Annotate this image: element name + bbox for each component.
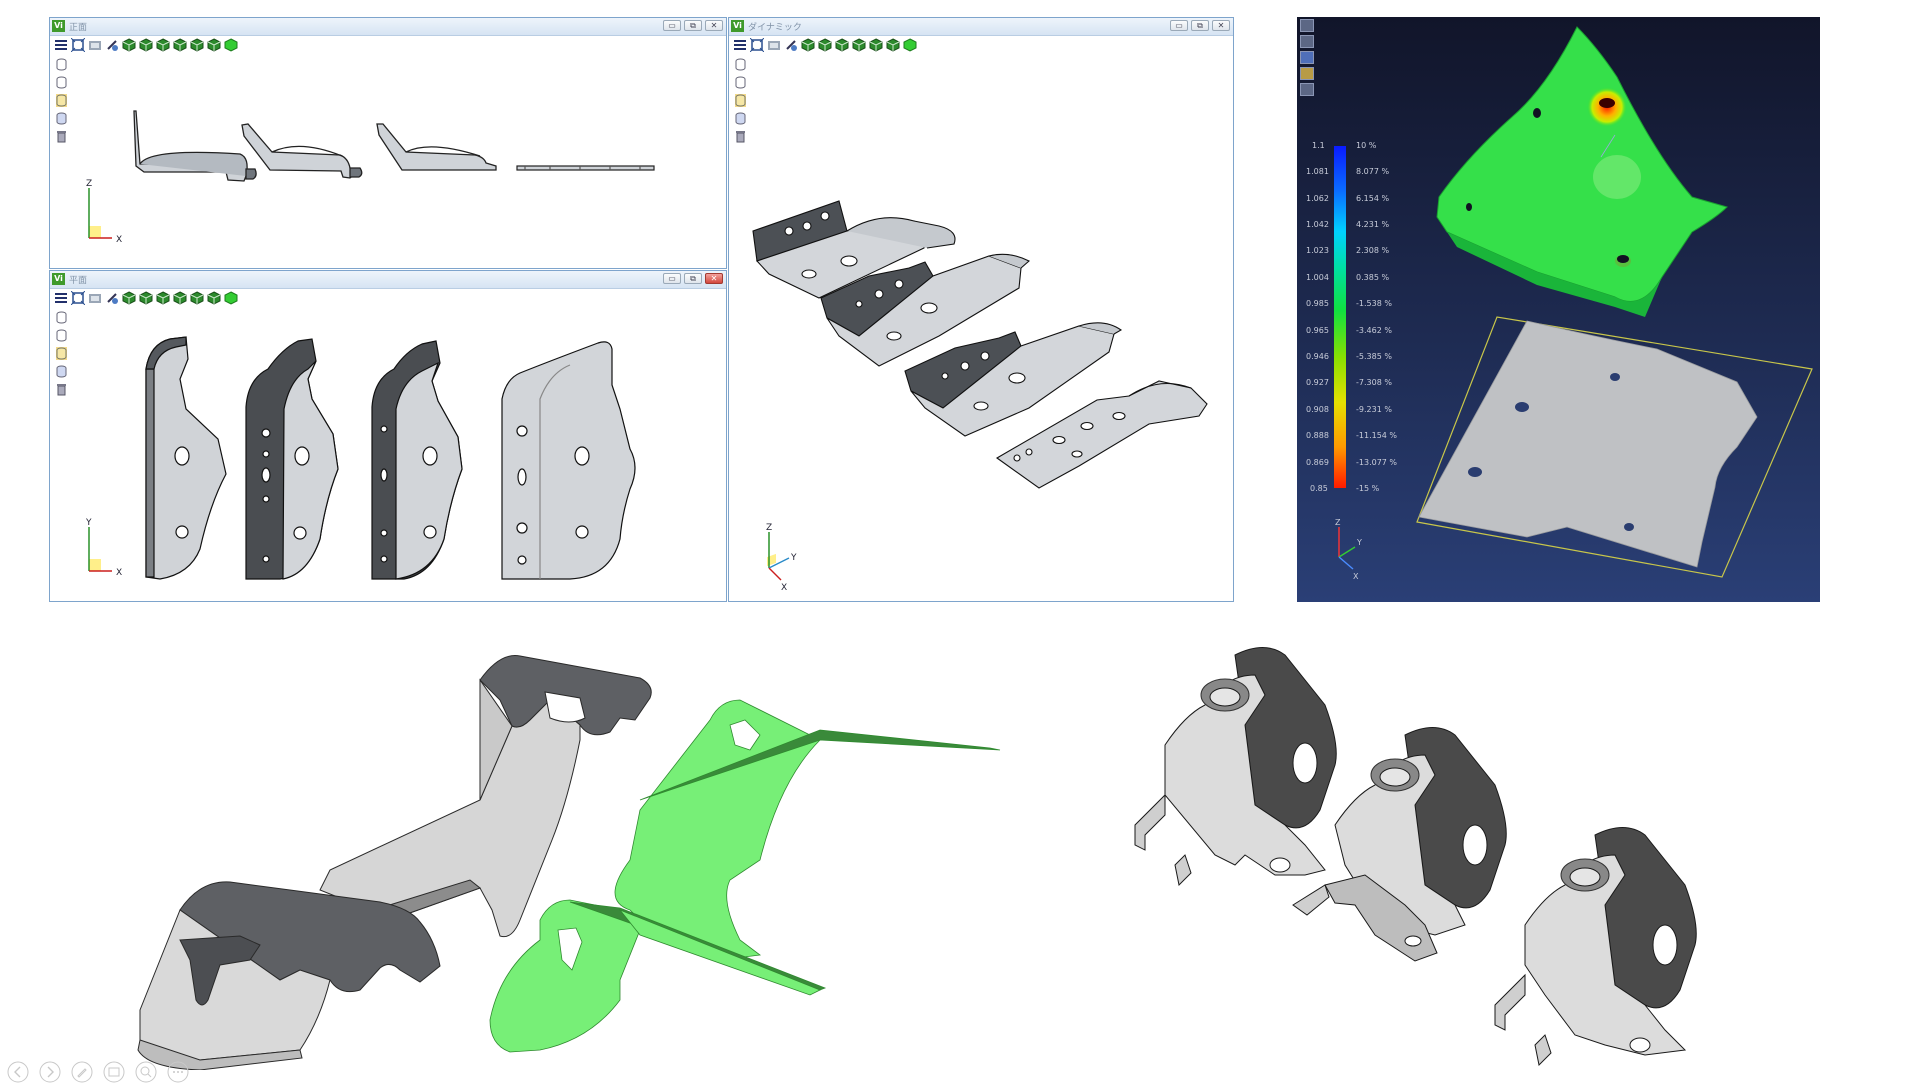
axis-label-right: X — [1353, 572, 1359, 581]
legend-value: 0.927 — [1306, 378, 1329, 387]
front-view-window[interactable]: Vi 正面 ▭ ⧉ ✕ Z X — [49, 17, 727, 269]
legend-value: 1.1 — [1312, 141, 1325, 150]
analysis-viewport[interactable]: Z Y X — [1297, 17, 1820, 602]
legend-value: 1.023 — [1306, 246, 1329, 255]
axis-label-up: Y — [85, 518, 92, 528]
part-profile-2 — [241, 123, 363, 179]
axis-triad: Y X — [85, 518, 122, 578]
restore-button[interactable]: ⧉ — [684, 20, 702, 31]
formed-bracket-small — [137, 881, 441, 1070]
app-logo-icon: Vi — [52, 20, 65, 32]
legend-value: 0.85 — [1310, 484, 1328, 493]
legend-percent: -3.462 % — [1356, 326, 1392, 335]
legend-percent: 6.154 % — [1356, 194, 1390, 203]
legend-percent: 10 % — [1356, 141, 1377, 150]
zoom-icon[interactable] — [134, 1060, 158, 1084]
part-plan-4 — [501, 341, 636, 580]
axis-label-right: X — [781, 583, 787, 593]
plan-view-canvas[interactable]: Y X — [50, 289, 726, 601]
part-profile-4 — [516, 165, 655, 171]
formed-bracket-large — [319, 655, 652, 938]
axis-label-right: X — [116, 235, 122, 245]
flat-blank — [1416, 316, 1813, 578]
minimize-button[interactable]: ▭ — [663, 20, 681, 31]
legend-percent: 8.077 % — [1356, 167, 1390, 176]
app-logo-icon: Vi — [731, 20, 744, 32]
close-button[interactable]: ✕ — [1212, 20, 1230, 31]
prev-icon[interactable] — [6, 1060, 30, 1084]
legend-percent: -5.385 % — [1356, 352, 1392, 361]
bracket-1 — [1134, 647, 1337, 887]
app-logo-icon: Vi — [52, 273, 65, 285]
part-profile-1 — [133, 110, 257, 182]
legend-percent: -11.154 % — [1356, 431, 1398, 440]
minimize-button[interactable]: ▭ — [1170, 20, 1188, 31]
restore-button[interactable]: ⧉ — [1191, 20, 1209, 31]
axis-label-up: Z — [766, 523, 772, 533]
legend-percent: 4.231 % — [1356, 220, 1390, 229]
restore-button[interactable]: ⧉ — [684, 273, 702, 284]
legend-value: 0.946 — [1306, 352, 1329, 361]
part-plan-1 — [145, 336, 227, 580]
dynamic-view-window[interactable]: Vi ダイナミック ▭ ⧉ ✕ Z Y X — [728, 17, 1234, 602]
dynamic-view-canvas[interactable]: Z Y X — [729, 36, 1233, 601]
slideshow-controls — [6, 1060, 190, 1084]
legend-value: 1.004 — [1306, 273, 1329, 282]
unfolded-blank-large[interactable] — [614, 699, 1001, 961]
axis-label-right: X — [116, 568, 122, 578]
part-plan-3 — [371, 340, 463, 580]
formed-part-contour — [1436, 26, 1728, 317]
legend-value: 0.888 — [1306, 431, 1329, 440]
pen-icon[interactable] — [70, 1060, 94, 1084]
next-icon[interactable] — [38, 1060, 62, 1084]
legend-value: 0.908 — [1306, 405, 1329, 414]
front-view-canvas[interactable]: Z X — [50, 36, 726, 268]
window-title: 平面 — [69, 276, 88, 286]
window-title: 正面 — [69, 23, 88, 33]
legend-percent: -9.231 % — [1356, 405, 1392, 414]
legend-value: 0.985 — [1306, 299, 1329, 308]
axis-label-up: Z — [1335, 518, 1341, 527]
analysis-canvas[interactable]: Z Y X — [1297, 17, 1820, 602]
plan-view-window[interactable]: Vi 平面 ▭ ⧉ ✕ Y X — [49, 270, 727, 602]
axis-triad: Z Y X — [766, 523, 797, 593]
legend-value: 1.062 — [1306, 194, 1329, 203]
close-button[interactable]: ✕ — [705, 273, 723, 284]
close-button[interactable]: ✕ — [705, 20, 723, 31]
legend-percent: -15 % — [1356, 484, 1380, 493]
legend-percent: -7.308 % — [1356, 378, 1392, 387]
legend-percent: -1.538 % — [1356, 299, 1392, 308]
axis-triad: Z X — [86, 179, 122, 245]
legend-percent: 2.308 % — [1356, 246, 1390, 255]
minimize-button[interactable]: ▭ — [663, 273, 681, 284]
axis-triad: Z Y X — [1335, 518, 1362, 581]
front-window-titlebar[interactable]: Vi 正面 ▭ ⧉ ✕ — [50, 18, 726, 36]
legend-percent: -13.077 % — [1356, 458, 1398, 467]
part-plan-2 — [245, 338, 339, 580]
color-scale-bar — [1334, 146, 1346, 488]
unfolded-blank-small[interactable] — [489, 899, 827, 1053]
axis-label-side: Y — [1356, 538, 1362, 547]
window-title: ダイナミック — [748, 23, 802, 33]
legend-percent: 0.385 % — [1356, 273, 1390, 282]
slides-icon[interactable] — [102, 1060, 126, 1084]
dynamic-window-titlebar[interactable]: Vi ダイナミック ▭ ⧉ ✕ — [729, 18, 1233, 36]
blank-unfold-render — [137, 655, 1001, 1070]
axis-label-side: Y — [790, 553, 797, 563]
legend-value: 0.965 — [1306, 326, 1329, 335]
plan-window-titlebar[interactable]: Vi 平面 ▭ ⧉ ✕ — [50, 271, 726, 289]
legend-value: 1.042 — [1306, 220, 1329, 229]
bracket-3 — [1494, 827, 1697, 1067]
formed-brackets-render — [1134, 647, 1697, 1067]
part-profile-3 — [376, 123, 497, 171]
axis-label-up: Z — [86, 179, 92, 189]
legend-value: 1.081 — [1306, 167, 1329, 176]
legend-value: 0.869 — [1306, 458, 1329, 467]
more-icon[interactable] — [166, 1060, 190, 1084]
